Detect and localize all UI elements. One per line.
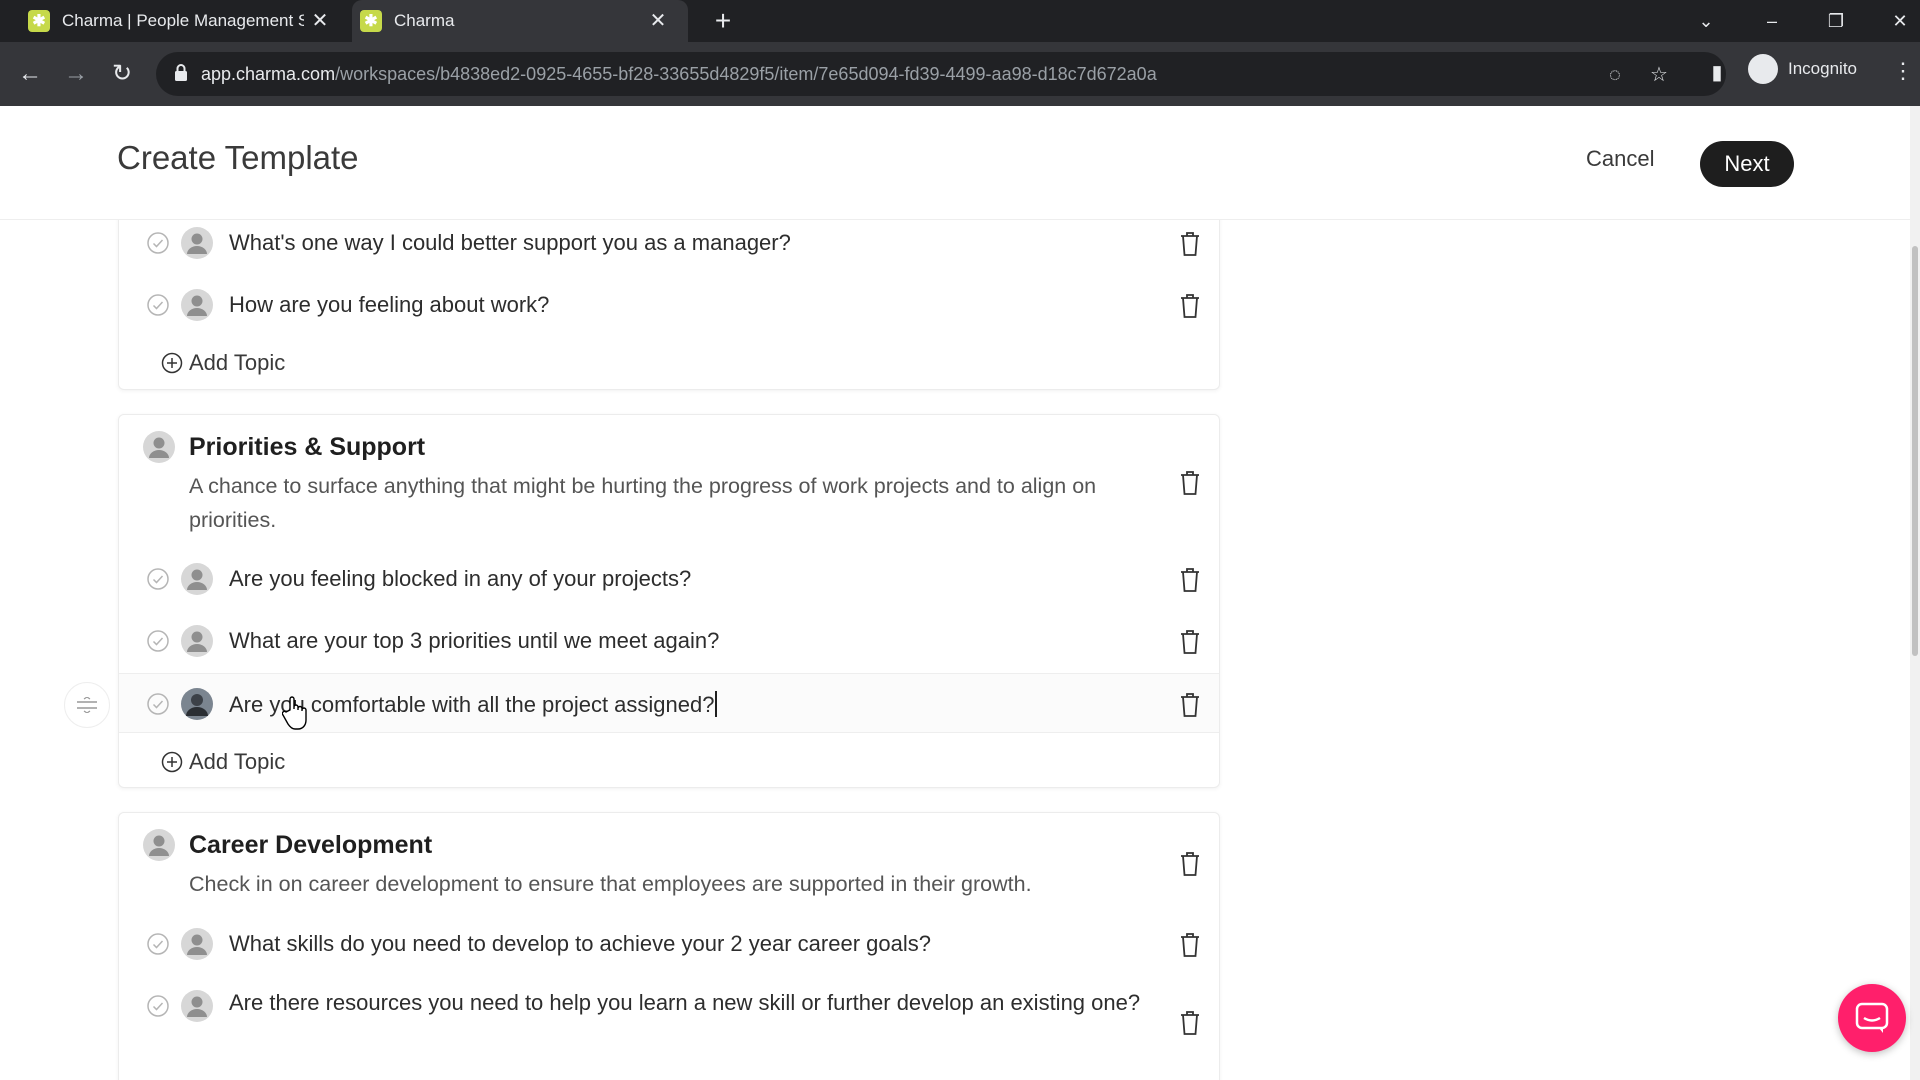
section-card-priorities-support: Priorities & Support A chance to surface… (118, 414, 1220, 788)
person-avatar-icon (181, 227, 213, 259)
chat-support-button[interactable] (1838, 984, 1906, 1052)
section-title[interactable]: Career Development (189, 831, 432, 860)
check-circle-icon[interactable] (146, 629, 170, 653)
trash-icon[interactable] (1179, 231, 1201, 257)
add-topic-button[interactable]: Add Topic (161, 749, 285, 775)
browser-menu-icon[interactable]: ⋮ (1892, 58, 1914, 84)
charma-favicon-icon: ✱ (360, 10, 382, 32)
person-avatar-icon (181, 928, 213, 960)
trash-icon[interactable] (1179, 932, 1201, 958)
page-title: Create Template (117, 139, 359, 176)
topic-row[interactable]: What's one way I could better support yo… (119, 213, 1219, 273)
person-avatar-icon (143, 829, 175, 861)
check-circle-icon[interactable] (146, 692, 170, 716)
next-button[interactable]: Next (1700, 141, 1794, 187)
trash-icon[interactable] (1179, 293, 1201, 319)
topic-row[interactable]: How are you feeling about work? (119, 275, 1219, 335)
trash-icon[interactable] (1179, 470, 1201, 496)
drag-handle-icon[interactable] (64, 682, 110, 728)
browser-tab-charma[interactable]: ✱ Charma ✕ (352, 0, 688, 42)
tab-title: Charma | People Management S (62, 11, 304, 30)
tracking-protection-icon[interactable]: ◌ (1602, 62, 1628, 88)
trash-icon[interactable] (1179, 851, 1201, 877)
close-window-icon[interactable]: ✕ (1880, 6, 1920, 36)
charma-favicon-icon: ✱ (28, 10, 50, 32)
check-circle-icon[interactable] (146, 994, 170, 1018)
plus-circle-icon (161, 352, 183, 374)
tab-search-icon[interactable]: ⌄ (1686, 6, 1726, 36)
topic-text[interactable]: What's one way I could better support yo… (229, 230, 791, 256)
incognito-label: Incognito (1788, 59, 1857, 78)
text-cursor (715, 691, 718, 717)
browser-toolbar: ← → ↻ app.charma.com/workspaces/b4838ed2… (0, 42, 1920, 106)
check-circle-icon[interactable] (146, 932, 170, 956)
person-avatar-icon (143, 431, 175, 463)
topic-text[interactable]: Are there resources you need to help you… (229, 986, 1169, 1020)
url-host: app.charma.com (201, 64, 336, 84)
close-tab-icon[interactable]: ✕ (308, 9, 332, 33)
topic-row[interactable]: Are there resources you need to help you… (119, 976, 1219, 1056)
section-card-general: What's one way I could better support yo… (118, 200, 1220, 390)
page-header: Create Template Cancel Next (0, 106, 1910, 220)
close-tab-icon[interactable]: ✕ (646, 9, 670, 33)
section-card-career-development: Career Development Check in on career de… (118, 812, 1220, 1080)
topic-row[interactable]: What skills do you need to develop to ac… (119, 914, 1219, 974)
user-photo-avatar-icon (181, 688, 213, 720)
trash-icon[interactable] (1179, 1010, 1201, 1036)
browser-tab-bar: ✱ Charma | People Management S ✕ ✱ Charm… (0, 0, 1920, 42)
person-avatar-icon (181, 990, 213, 1022)
plus-circle-icon (161, 751, 183, 773)
cancel-button[interactable]: Cancel (1570, 136, 1670, 182)
section-description[interactable]: A chance to surface anything that might … (189, 469, 1129, 537)
forward-icon[interactable]: → (60, 58, 92, 90)
minimize-icon[interactable]: – (1752, 6, 1792, 36)
reload-icon[interactable]: ↻ (106, 58, 138, 90)
section-description[interactable]: Check in on career development to ensure… (189, 867, 1129, 901)
topic-text[interactable]: What are your top 3 priorities until we … (229, 628, 719, 654)
browser-tab-people-management[interactable]: ✱ Charma | People Management S ✕ (20, 0, 350, 42)
url-path: /workspaces/b4838ed2-0925-4655-bf28-3365… (335, 64, 1157, 84)
check-circle-icon[interactable] (146, 567, 170, 591)
trash-icon[interactable] (1179, 567, 1201, 593)
bookmark-star-icon[interactable]: ☆ (1646, 62, 1672, 88)
restore-icon[interactable]: ❐ (1816, 6, 1856, 36)
scrollbar-thumb[interactable] (1912, 246, 1918, 656)
incognito-profile[interactable]: Incognito (1748, 54, 1857, 84)
lock-icon (175, 64, 187, 81)
hand-pointer-cursor-icon (282, 696, 307, 730)
chat-bubble-icon (1855, 1002, 1889, 1033)
drag-lines-icon (77, 697, 97, 713)
topic-text[interactable]: What skills do you need to develop to ac… (229, 931, 931, 957)
topic-row[interactable]: Are you feeling blocked in any of your p… (119, 549, 1219, 609)
url-text: app.charma.com/workspaces/b4838ed2-0925-… (201, 64, 1157, 85)
person-avatar-icon (181, 625, 213, 657)
add-topic-label: Add Topic (189, 350, 286, 375)
back-icon[interactable]: ← (14, 58, 46, 90)
topic-text[interactable]: How are you feeling about work? (229, 292, 549, 318)
check-circle-icon[interactable] (146, 231, 170, 255)
person-avatar-icon (181, 563, 213, 595)
tab-title: Charma (394, 11, 455, 30)
topic-row[interactable]: What are your top 3 priorities until we … (119, 611, 1219, 671)
trash-icon[interactable] (1179, 692, 1201, 718)
check-circle-icon[interactable] (146, 293, 170, 317)
add-topic-button[interactable]: Add Topic (161, 350, 285, 376)
section-title[interactable]: Priorities & Support (189, 433, 425, 462)
add-topic-label: Add Topic (189, 749, 286, 774)
new-tab-icon[interactable]: + (708, 6, 738, 36)
person-avatar-icon (181, 289, 213, 321)
incognito-icon (1748, 54, 1778, 84)
trash-icon[interactable] (1179, 629, 1201, 655)
side-panel-icon[interactable]: ▮ (1704, 60, 1730, 86)
address-bar[interactable]: app.charma.com/workspaces/b4838ed2-0925-… (156, 52, 1726, 96)
topic-text[interactable]: Are you feeling blocked in any of your p… (229, 566, 691, 592)
